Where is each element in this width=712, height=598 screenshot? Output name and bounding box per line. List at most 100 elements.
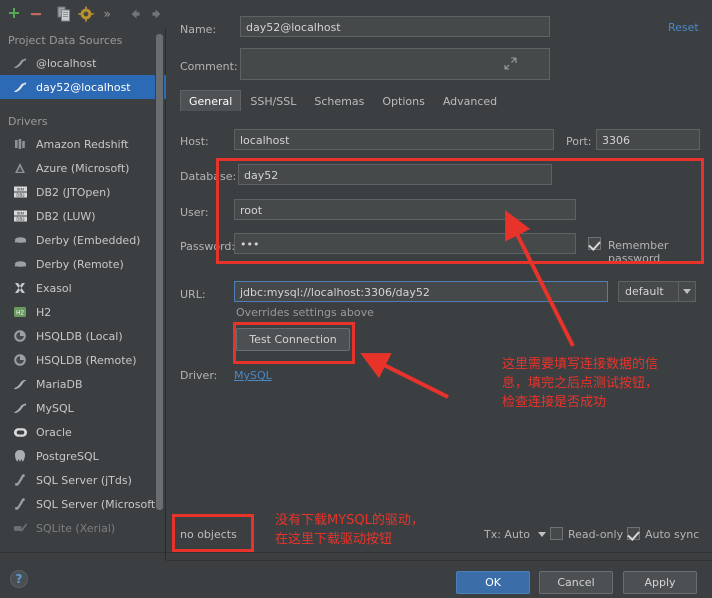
mariadb-icon [12, 376, 28, 392]
sidebar-item-label: DB2 (LUW) [36, 209, 96, 223]
cancel-button[interactable]: Cancel [539, 571, 613, 594]
database-label: Database: [180, 170, 237, 183]
sidebar-item-label: Exasol [36, 281, 72, 295]
sidebar-item-derby-remote[interactable]: Derby (Remote) [0, 252, 166, 276]
sidebar-item-label: H2 [36, 305, 52, 319]
sidebar-item-label: Derby (Embedded) [36, 233, 141, 247]
driver-link[interactable]: MySQL [234, 369, 272, 382]
tab-ssh-ssl[interactable]: SSH/SSL [241, 90, 305, 111]
read-only-checkbox[interactable] [550, 527, 563, 540]
url-input[interactable]: jdbc:mysql://localhost:3306/day52 [234, 281, 608, 302]
db2-icon: IBM DB2 [12, 184, 28, 200]
annotation-text-connection: 这里需要填写连接数据的信 息，填完之后点测试按钮， 检查连接是否成功 [502, 357, 659, 410]
sidebar-item-azure-microsoft[interactable]: Azure (Microsoft) [0, 156, 166, 180]
sidebar-item-label: @localhost [36, 56, 97, 70]
comment-label: Comment: [180, 60, 238, 73]
user-input[interactable]: root [234, 199, 576, 220]
url-hint: Overrides settings above [236, 306, 374, 319]
back-icon[interactable] [126, 3, 145, 25]
annotation-text-driver: 没有下载MYSQL的驱动， 在这里下载驱动按钮 [275, 513, 424, 547]
reset-link[interactable]: Reset [668, 21, 699, 34]
tx-mode-dropdown[interactable]: Tx: Auto [484, 527, 547, 541]
sidebar-item-oracle[interactable]: Oracle [0, 420, 166, 444]
chevron-down-icon[interactable] [538, 527, 547, 540]
sidebar-item-label: DB2 (JTOpen) [36, 185, 111, 199]
more-actions-icon[interactable]: » [98, 3, 117, 25]
tab-advanced[interactable]: Advanced [434, 90, 506, 111]
database-settings-window: » Project Data Sources @localhost day52@… [0, 0, 712, 598]
help-icon[interactable]: ? [10, 570, 28, 588]
datasource-list[interactable]: Project Data Sources @localhost day52@lo… [0, 28, 166, 550]
sqlserver-icon [12, 472, 28, 488]
host-input[interactable]: localhost [234, 129, 554, 150]
mysql-icon [12, 55, 28, 71]
sidebar-item-db2-jtopen[interactable]: IBM DB2 DB2 (JTOpen) [0, 180, 166, 204]
forward-icon[interactable] [147, 3, 166, 25]
tab-schemas[interactable]: Schemas [305, 90, 373, 111]
sidebar-item-label: PostgreSQL [36, 449, 99, 463]
user-label: User: [180, 206, 209, 219]
apply-button[interactable]: Apply [623, 571, 697, 594]
sidebar-item-label: SQL Server (jTds) [36, 473, 132, 487]
sidebar-item-amazon-redshift[interactable]: Amazon Redshift [0, 132, 166, 156]
oracle-icon [12, 424, 28, 440]
data-sources-panel: » Project Data Sources @localhost day52@… [0, 0, 166, 560]
sidebar-item-hsqldb-remote[interactable]: HSQLDB (Remote) [0, 348, 166, 372]
sidebar-item-day52-localhost[interactable]: day52@localhost [0, 75, 166, 99]
remove-icon[interactable] [27, 3, 46, 25]
sidebar-item-derby-embedded[interactable]: Derby (Embedded) [0, 228, 166, 252]
connection-settings-panel: Name: day52@localhost Reset Comment: Gen… [166, 0, 712, 560]
sidebar-item-label: Derby (Remote) [36, 257, 124, 271]
sidebar-item-localhost[interactable]: @localhost [0, 51, 166, 75]
sidebar-item-hsqldb-local[interactable]: HSQLDB (Local) [0, 324, 166, 348]
sidebar-item-label: Azure (Microsoft) [36, 161, 130, 175]
sidebar-item-exasol[interactable]: Exasol [0, 276, 166, 300]
ok-button[interactable]: OK [456, 571, 530, 594]
remember-password-checkbox[interactable] [588, 237, 601, 250]
name-input[interactable]: day52@localhost [240, 16, 550, 37]
copy-icon[interactable] [55, 3, 74, 25]
sidebar-item-h2[interactable]: H2 H2 [0, 300, 166, 324]
sidebar-item-sql-server-jtds[interactable]: SQL Server (jTds) [0, 468, 166, 492]
url-value: jdbc:mysql://localhost:3306/day52 [240, 286, 430, 299]
tx-mode-label: Tx: Auto [484, 528, 530, 541]
drivers-title: Drivers [8, 115, 48, 128]
add-icon[interactable] [5, 3, 24, 25]
dialog-footer: OK Cancel Apply [166, 560, 712, 598]
gear-icon[interactable] [76, 3, 95, 25]
expand-comment-icon[interactable] [504, 57, 517, 73]
sidebar-scrollbar-thumb[interactable] [156, 34, 163, 510]
sidebar-item-label: Oracle [36, 425, 72, 439]
test-connection-button[interactable]: Test Connection [236, 328, 350, 351]
auto-sync-checkbox[interactable] [627, 527, 640, 540]
sidebar-item-label: day52@localhost [36, 80, 131, 94]
exasol-icon [12, 280, 28, 296]
sidebar-item-label: HSQLDB (Local) [36, 329, 123, 343]
chevron-down-icon[interactable] [678, 282, 695, 301]
sidebar-item-postgresql[interactable]: PostgreSQL [0, 444, 166, 468]
url-label: URL: [180, 288, 206, 301]
remember-password-label: Remember password [608, 239, 669, 265]
sidebar-item-mysql[interactable]: MySQL [0, 396, 166, 420]
derby-icon [12, 256, 28, 272]
postgresql-icon [12, 448, 28, 464]
port-input[interactable]: 3306 [596, 129, 700, 150]
settings-tabs[interactable]: General SSH/SSL Schemas Options Advanced [180, 90, 506, 111]
tab-general[interactable]: General [180, 90, 242, 111]
tab-options[interactable]: Options [373, 90, 433, 111]
name-label: Name: [180, 23, 217, 36]
svg-text:H2: H2 [16, 310, 24, 316]
status-divider [0, 552, 712, 553]
mysql-icon [12, 79, 28, 95]
database-input[interactable]: day52 [238, 164, 552, 185]
mysql-icon [12, 400, 28, 416]
port-label: Port: [566, 135, 592, 148]
sidebar-scrollbar[interactable] [155, 30, 164, 530]
url-scheme-combo[interactable]: default [618, 281, 696, 302]
no-objects-label[interactable]: no objects [180, 528, 237, 541]
sidebar-item-mariadb[interactable]: MariaDB [0, 372, 166, 396]
sidebar-item-db2-luw[interactable]: IBM DB2 DB2 (LUW) [0, 204, 166, 228]
password-input[interactable]: ••• [234, 233, 576, 254]
hsqldb-icon [12, 328, 28, 344]
